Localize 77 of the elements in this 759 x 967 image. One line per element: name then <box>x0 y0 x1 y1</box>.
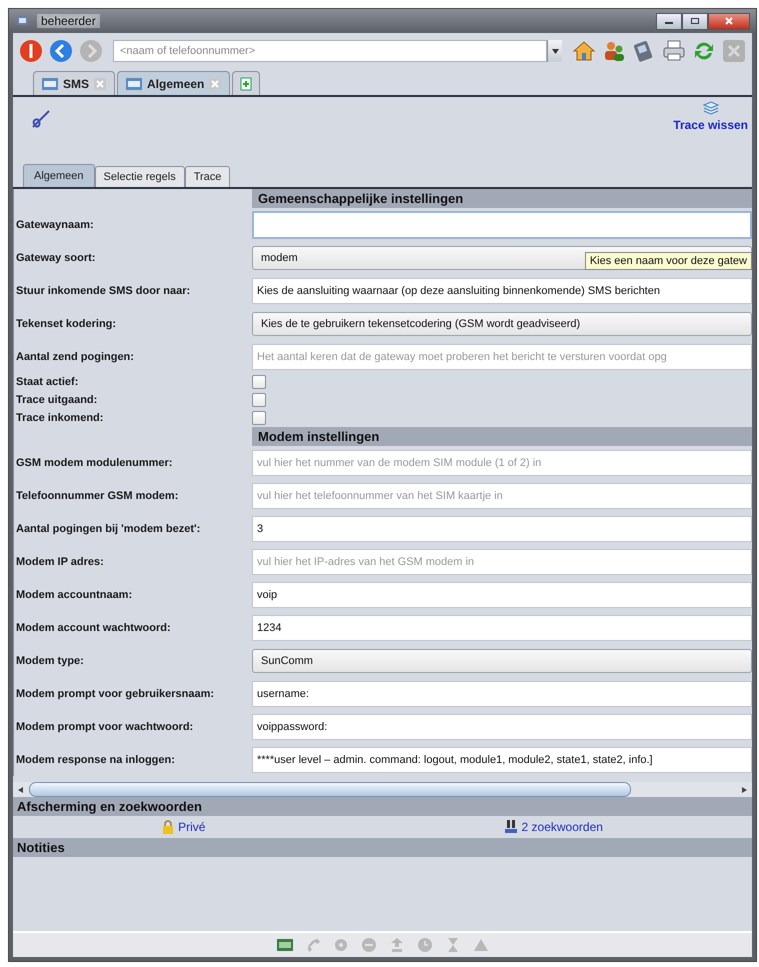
input-field[interactable]: Het aantal keren dat de gateway moet proberen het bericht te versturen voordat opg <box>252 344 752 370</box>
checkbox[interactable] <box>252 375 266 389</box>
tab[interactable]: Trace <box>184 166 230 187</box>
field-label: Telefoonnummer GSM modem: <box>15 490 180 502</box>
dropdown[interactable]: Kies de te gebruikern tekensetcodering (GSM wordt geadviseerd) <box>252 312 752 336</box>
sms-icon <box>42 78 58 90</box>
field-label: Gatewaynaam: <box>15 218 95 230</box>
field-label: Staat actief: <box>15 376 80 388</box>
input-field[interactable]: vul hier het nummer van de modem SIM module (1 of 2) in <box>252 450 752 476</box>
close-button[interactable] <box>708 12 750 30</box>
layers-icon <box>702 101 720 115</box>
close-icon <box>724 17 734 25</box>
field-label: Trace inkomend: <box>15 412 104 424</box>
input-field[interactable]: username: <box>252 680 752 706</box>
dropdown-button[interactable] <box>547 40 562 62</box>
clock-icon[interactable] <box>416 937 432 953</box>
maximize-icon <box>690 17 700 25</box>
minimize-button[interactable] <box>656 12 682 30</box>
field-label: Modem type: <box>15 654 85 666</box>
field-label: Aantal pogingen bij 'modem bezet': <box>15 522 202 534</box>
horizontal-scrollbar[interactable] <box>13 782 752 797</box>
field-label: Modem response na inloggen: <box>15 754 176 766</box>
keywords-link[interactable]: 2 zoekwoorden <box>504 820 603 834</box>
clear-trace-label[interactable]: Trace wissen <box>673 118 748 132</box>
back-icon[interactable] <box>49 39 73 63</box>
checkbox[interactable] <box>252 393 266 407</box>
field-label: Tekenset kodering: <box>15 318 118 330</box>
new-tab-button[interactable] <box>232 71 260 95</box>
field-label: Modem accountnaam: <box>15 588 134 600</box>
field-label: Modem IP adres: <box>15 556 105 568</box>
field-label: Trace uitgaand: <box>15 394 98 406</box>
tab[interactable]: Algemeen <box>23 164 95 187</box>
section-header: Notities <box>17 840 65 855</box>
warning-icon[interactable] <box>472 937 488 953</box>
section-header: Gemeenschappelijke instellingen <box>258 191 464 206</box>
plus-icon <box>239 76 254 90</box>
input-field[interactable]: 3 <box>252 516 752 542</box>
input-field[interactable]: 1234 <box>252 614 752 640</box>
field-label: Stuur inkomende SMS door naar: <box>15 284 192 296</box>
tooltip: Kies een naam voor deze gatew <box>584 252 752 270</box>
field-label: Aantal zend pogingen: <box>15 350 135 362</box>
private-link[interactable]: Privé <box>162 820 206 834</box>
close-icon[interactable] <box>209 78 222 90</box>
sms-icon[interactable] <box>276 937 292 953</box>
tab[interactable]: Selectie regels <box>94 166 185 187</box>
input-field[interactable]: voip <box>252 582 752 608</box>
section-header: Modem instellingen <box>258 429 380 444</box>
input-field[interactable]: voippassword: <box>252 714 752 740</box>
search-field[interactable]: <naam of telefoonnummer> <box>113 40 547 62</box>
field-label: Modem prompt voor gebruikersnaam: <box>15 688 216 700</box>
input-field[interactable] <box>252 210 752 238</box>
input-field[interactable]: ****user level – admin. command: logout, module1, module2, state1, state2, info.] <box>252 746 752 772</box>
tab[interactable]: Algemeen <box>117 71 230 95</box>
people-icon[interactable] <box>602 39 626 63</box>
maximize-button[interactable] <box>682 12 708 30</box>
section-header: Afscherming en zoekwoorden <box>17 799 202 814</box>
dropdown[interactable]: SunComm <box>252 648 752 672</box>
right-arrow-icon[interactable] <box>740 786 748 794</box>
input-field[interactable]: vul hier het IP-adres van het GSM modem in <box>252 548 752 574</box>
home-icon[interactable] <box>572 39 596 63</box>
tab[interactable]: SMS <box>33 71 116 95</box>
left-arrow-icon[interactable] <box>17 786 25 794</box>
caret-icon <box>552 48 558 54</box>
input-field[interactable]: Kies de aansluiting waarnaar (op deze aansluiting binnenkomende) SMS berichten <box>252 278 752 304</box>
field-label: Modem account wachtwoord: <box>15 622 172 634</box>
stop-icon[interactable] <box>360 937 376 953</box>
field-label: GSM modem modulenummer: <box>15 456 174 468</box>
close-icon[interactable] <box>94 78 106 90</box>
alert-icon[interactable] <box>19 39 43 63</box>
sms-icon <box>126 78 142 90</box>
clear-trace-button[interactable]: Trace wissen <box>673 101 748 132</box>
input-field[interactable]: vul hier het telefoonnummer van het SIM kaartje in <box>252 482 752 508</box>
lock-icon <box>162 820 174 834</box>
checkbox[interactable] <box>252 411 266 425</box>
printer-icon[interactable] <box>662 39 686 63</box>
field-label: Modem prompt voor wachtwoord: <box>15 720 194 732</box>
field-label: Gateway soort: <box>15 252 96 264</box>
